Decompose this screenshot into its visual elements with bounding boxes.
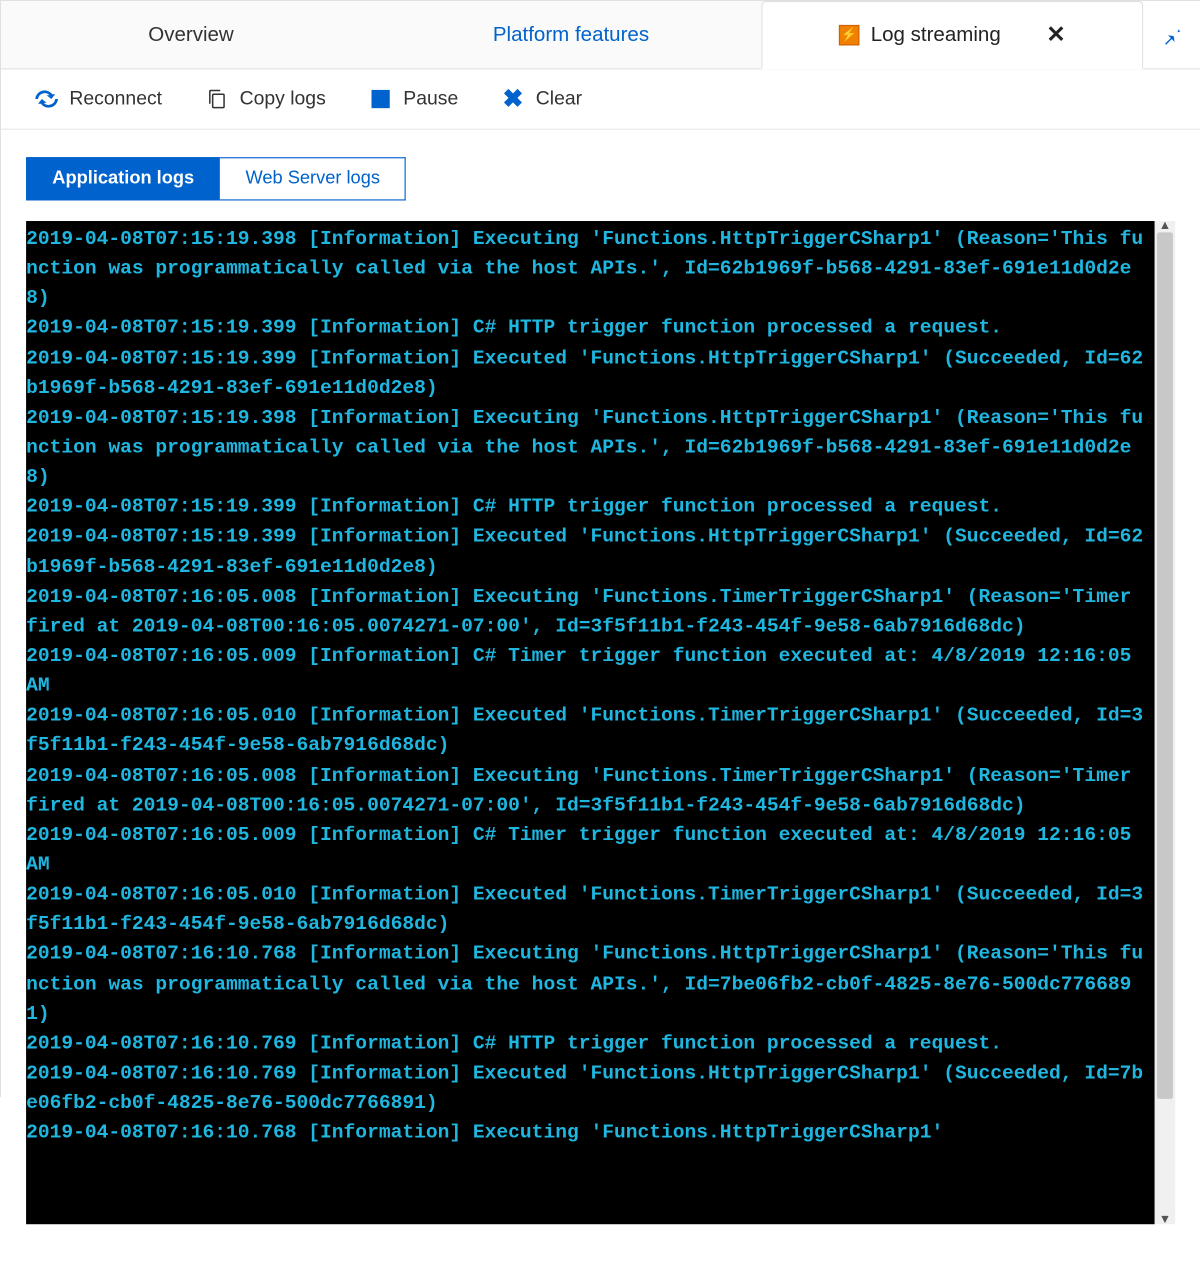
toolbar-label: Clear xyxy=(536,88,582,111)
scroll-thumb[interactable] xyxy=(1157,232,1173,1098)
tab-log-streaming[interactable]: ⚡ Log streaming ✕ xyxy=(761,1,1143,69)
clear-icon: ✖ xyxy=(502,88,525,111)
subtab-web-server-logs[interactable]: Web Server logs xyxy=(220,157,406,200)
reconnect-icon xyxy=(35,88,58,111)
scrollbar[interactable]: ▲ ▼ xyxy=(1155,221,1176,1224)
scroll-down-icon[interactable]: ▼ xyxy=(1155,1213,1176,1227)
function-app-icon: ⚡ xyxy=(839,24,860,45)
tab-label: Platform features xyxy=(493,23,649,47)
copy-logs-button[interactable]: Copy logs xyxy=(205,88,325,111)
log-console[interactable]: 2019-04-08T07:15:19.398 [Information] Ex… xyxy=(26,221,1155,1224)
close-icon[interactable]: ✕ xyxy=(1046,20,1065,49)
toolbar-label: Reconnect xyxy=(69,88,162,111)
tab-platform-features[interactable]: Platform features xyxy=(381,1,761,68)
toolbar-label: Pause xyxy=(403,88,458,111)
toolbar: Reconnect Copy logs Pause ✖ Clear xyxy=(1,69,1200,129)
tab-label: Overview xyxy=(148,23,234,47)
subtab-label: Application logs xyxy=(52,169,194,188)
copy-icon xyxy=(205,88,228,111)
pause-button[interactable]: Pause xyxy=(369,88,458,111)
log-type-tabs: Application logs Web Server logs xyxy=(26,157,1175,200)
console-wrap: 2019-04-08T07:15:19.398 [Information] Ex… xyxy=(26,221,1175,1224)
tab-label: Log streaming xyxy=(871,23,1001,47)
pause-icon xyxy=(369,88,392,111)
toolbar-label: Copy logs xyxy=(240,88,326,111)
reconnect-button[interactable]: Reconnect xyxy=(35,88,162,111)
scroll-up-icon[interactable]: ▲ xyxy=(1155,219,1176,233)
clear-button[interactable]: ✖ Clear xyxy=(502,88,583,111)
content-area: Application logs Web Server logs 2019-04… xyxy=(1,130,1200,1249)
top-tabbar: Overview Platform features ⚡ Log streami… xyxy=(1,1,1200,69)
tab-overview[interactable]: Overview xyxy=(1,1,381,68)
pin-icon xyxy=(1160,23,1183,46)
subtab-label: Web Server logs xyxy=(245,169,380,188)
subtab-application-logs[interactable]: Application logs xyxy=(26,157,220,200)
pin-button[interactable] xyxy=(1143,1,1200,68)
